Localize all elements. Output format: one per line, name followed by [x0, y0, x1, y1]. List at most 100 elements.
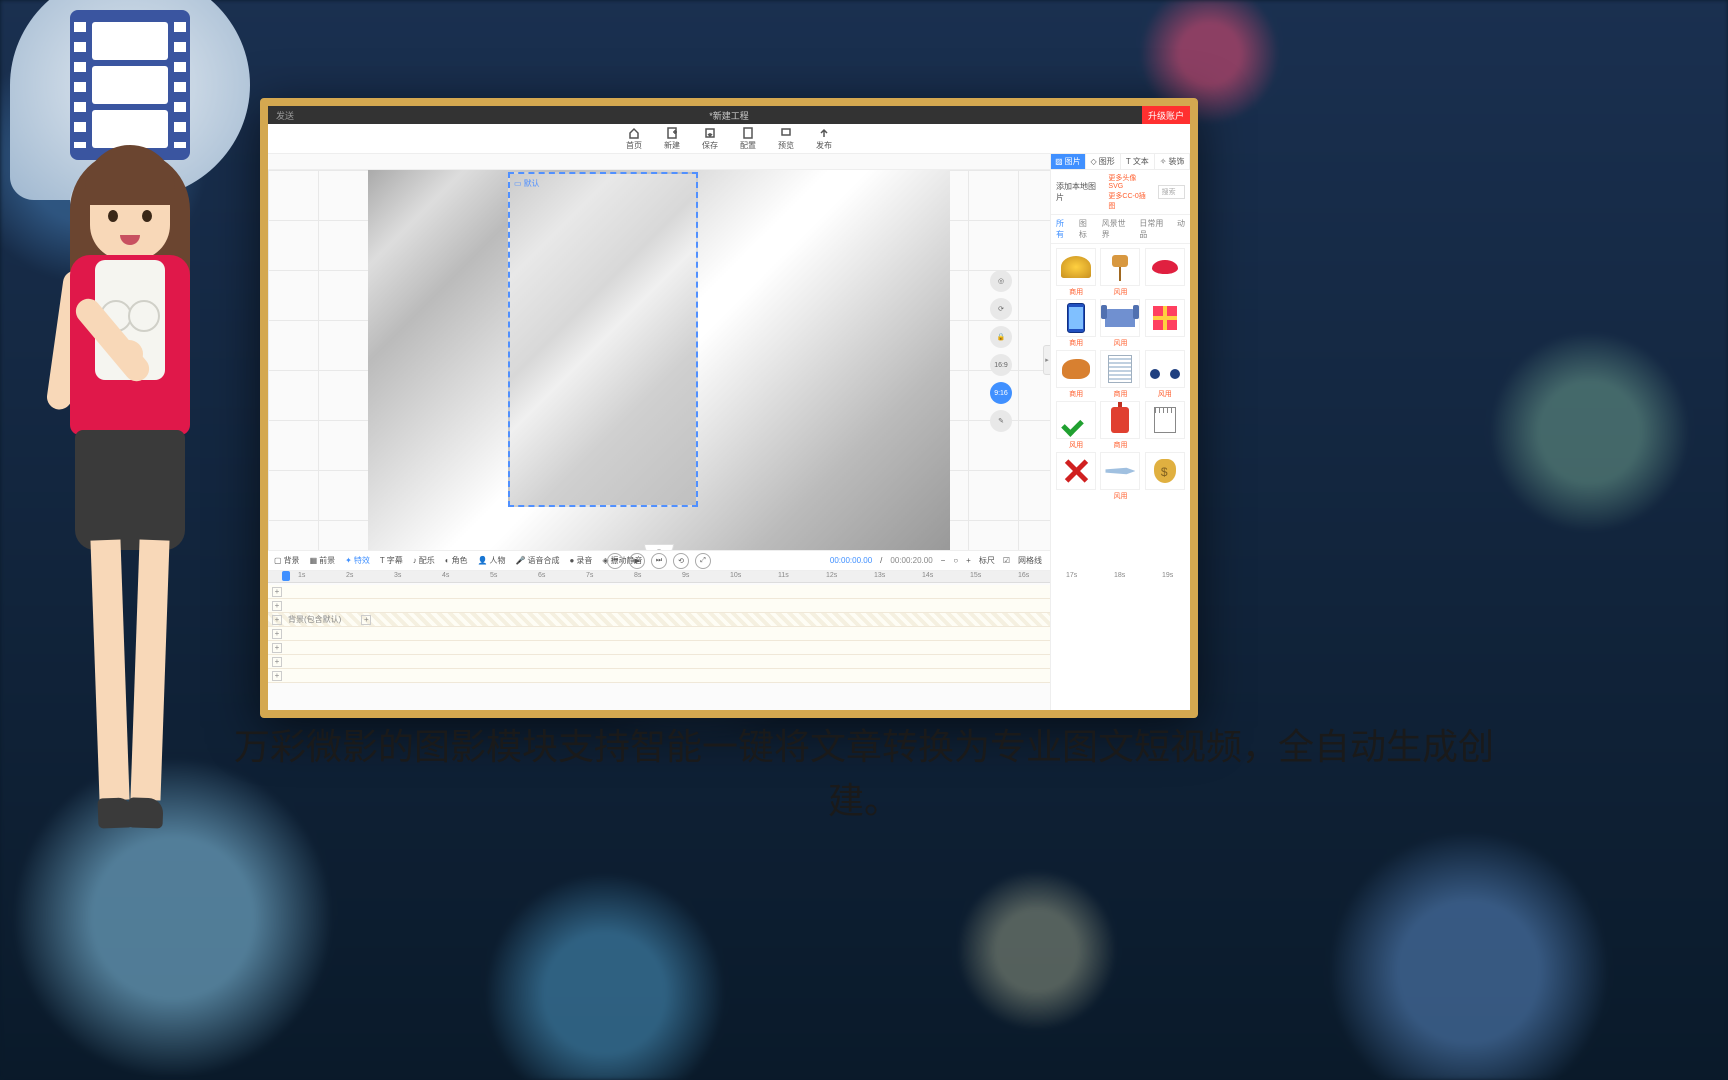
track-number: 1.1: [260, 587, 265, 596]
zoom-slider[interactable]: ○: [953, 556, 958, 565]
tool-lock[interactable]: 🔒: [990, 326, 1012, 348]
asset-x-mark[interactable]: [1055, 452, 1097, 501]
timeline[interactable]: 1s2s3s4s5s6s7s8s9s10s11s12s13s14s15s16s1…: [268, 570, 1050, 710]
time-current: 00:00:00.00: [830, 556, 872, 565]
preview-icon: [780, 127, 792, 139]
ruler-tick: 8s: [634, 572, 641, 579]
zoom-in[interactable]: +: [966, 556, 971, 565]
tool-refresh[interactable]: ⟳: [990, 298, 1012, 320]
tab-image[interactable]: ▨ 图片: [1051, 154, 1086, 169]
asset-lips[interactable]: [1144, 248, 1186, 297]
menu-config[interactable]: 配置: [740, 127, 756, 151]
asset-checkmark[interactable]: 风用: [1055, 401, 1097, 450]
add-clip-button[interactable]: +: [272, 629, 282, 639]
add-clip-button[interactable]: +: [272, 657, 282, 667]
tab-text[interactable]: T 文本: [1121, 154, 1156, 169]
asset-motorcycle[interactable]: 风用: [1144, 350, 1186, 399]
cat-daily[interactable]: 日常用品: [1139, 218, 1169, 240]
play-button[interactable]: ▶: [629, 553, 645, 569]
asset-chicken[interactable]: 商用: [1055, 350, 1097, 399]
add-clip-button[interactable]: +: [272, 671, 282, 681]
asset-phone[interactable]: 商用: [1055, 299, 1097, 348]
add-clip-button[interactable]: +: [272, 643, 282, 653]
tb-color[interactable]: ◐ 角色: [445, 555, 468, 566]
tb-tts[interactable]: 🎤 语音合成: [516, 555, 560, 566]
upgrade-button[interactable]: 升级账户: [1142, 106, 1190, 124]
zoom-out[interactable]: −: [941, 556, 946, 565]
film-icon: [70, 10, 190, 160]
asset-gift[interactable]: [1144, 299, 1186, 348]
menu-save[interactable]: 保存: [702, 127, 718, 151]
asset-gold-bowl[interactable]: 商用: [1055, 248, 1097, 297]
top-menu: 首页 新建 保存 配置 预览 发布: [268, 124, 1190, 154]
asset-notepad[interactable]: [1144, 401, 1186, 450]
tool-ratio-169[interactable]: 16:9: [990, 354, 1012, 376]
project-title: *新建工程: [709, 109, 749, 122]
config-icon: [742, 127, 754, 139]
ruler-tick: 9s: [682, 572, 689, 579]
asset-papers[interactable]: 商用: [1099, 350, 1141, 399]
tb-avatar[interactable]: 👤 人物: [478, 555, 506, 566]
tb-background[interactable]: ▢ 背景: [274, 555, 300, 566]
timeline-toolbar: ▢ 背景 ▦ 前景 ✦ 特效 T 字幕 ♪ 配乐 ◐ 角色 👤 人物 🎤 语音合…: [268, 550, 1050, 570]
cat-all[interactable]: 所有: [1056, 218, 1071, 240]
link-more-cc0[interactable]: 更多CC-0插图: [1108, 191, 1147, 211]
time-duration: 00:00:20.00: [890, 556, 932, 565]
menu-new[interactable]: 新建: [664, 127, 680, 151]
ruler-tick: 15s: [970, 572, 981, 579]
timeline-track[interactable]: +: [268, 669, 1050, 683]
tb-effects[interactable]: ✦ 特效: [345, 555, 370, 566]
timeline-ruler[interactable]: 1s2s3s4s5s6s7s8s9s10s11s12s13s14s15s16s1…: [268, 571, 1050, 583]
add-clip-button[interactable]: +: [272, 601, 282, 611]
asset-signpost[interactable]: 风用: [1099, 248, 1141, 297]
caption-line-1: 万彩微影的图影模块支持智能一键将文章转换为专业图文短视频，全自动生成创: [10, 720, 1718, 774]
add-clip-button[interactable]: +: [272, 587, 282, 597]
next-button[interactable]: ⏭: [651, 553, 667, 569]
timeline-track[interactable]: 1.1 +: [268, 585, 1050, 599]
add-clip-button[interactable]: +: [361, 615, 371, 625]
loop-button[interactable]: ⟲: [673, 553, 689, 569]
cat-scene[interactable]: 风景世界: [1102, 218, 1132, 240]
fullscreen-button[interactable]: ⤢: [695, 553, 711, 569]
ruler-tick: 4s: [442, 572, 449, 579]
publish-icon: [818, 127, 830, 139]
asset-suitcase[interactable]: 商用: [1099, 401, 1141, 450]
timeline-track-bg[interactable]: + 背景(包含默认) +: [268, 613, 1050, 627]
panel-expand-handle[interactable]: ▸: [1043, 345, 1050, 375]
canvas-selection[interactable]: ▭ 默认: [508, 172, 698, 507]
tab-shape[interactable]: ◇ 图形: [1086, 154, 1121, 169]
menu-publish[interactable]: 发布: [816, 127, 832, 151]
ruler-tick: 18s: [1114, 572, 1125, 579]
ruler-tick: 7s: [586, 572, 593, 579]
prev-button[interactable]: ⏮: [607, 553, 623, 569]
tb-record[interactable]: ● 录音: [570, 555, 593, 566]
cat-more[interactable]: 动: [1177, 218, 1185, 240]
tool-target[interactable]: ◎: [990, 270, 1012, 292]
timeline-track[interactable]: +: [268, 655, 1050, 669]
ruler-tick: 6s: [538, 572, 545, 579]
asset-airplane[interactable]: 风用: [1099, 452, 1141, 501]
tb-music[interactable]: ♪ 配乐: [413, 555, 435, 566]
link-more-svg[interactable]: 更多头像SVG: [1108, 173, 1147, 190]
cat-icon[interactable]: 图标: [1079, 218, 1094, 240]
menu-preview[interactable]: 预览: [778, 127, 794, 151]
timeline-track[interactable]: +: [268, 599, 1050, 613]
add-clip-button[interactable]: +: [272, 615, 282, 625]
asset-grid: 商用 风用 商用 风用 商用 商用 风用 风用 商用: [1051, 244, 1190, 710]
tool-edit[interactable]: ✎: [990, 410, 1012, 432]
canvas[interactable]: ▭ 默认 ◎ ⟳ 🔒 16:9 9:16 ✎ ▸ ▾: [268, 170, 1050, 550]
menu-home[interactable]: 首页: [626, 127, 642, 151]
titlebar-left[interactable]: 发送: [276, 109, 294, 122]
add-local-image[interactable]: 添加本地图片: [1056, 181, 1098, 203]
tab-deco[interactable]: ✧ 装饰: [1155, 154, 1190, 169]
timeline-track[interactable]: +: [268, 641, 1050, 655]
align-tool[interactable]: [272, 157, 282, 167]
playhead[interactable]: [282, 571, 290, 581]
asset-sofa[interactable]: 风用: [1099, 299, 1141, 348]
tb-foreground[interactable]: ▦ 前景: [310, 555, 336, 566]
asset-search[interactable]: 搜索: [1158, 185, 1185, 199]
tool-ratio-916[interactable]: 9:16: [990, 382, 1012, 404]
tb-subtitle[interactable]: T 字幕: [380, 555, 403, 566]
asset-moneybag[interactable]: [1144, 452, 1186, 501]
timeline-track[interactable]: +: [268, 627, 1050, 641]
